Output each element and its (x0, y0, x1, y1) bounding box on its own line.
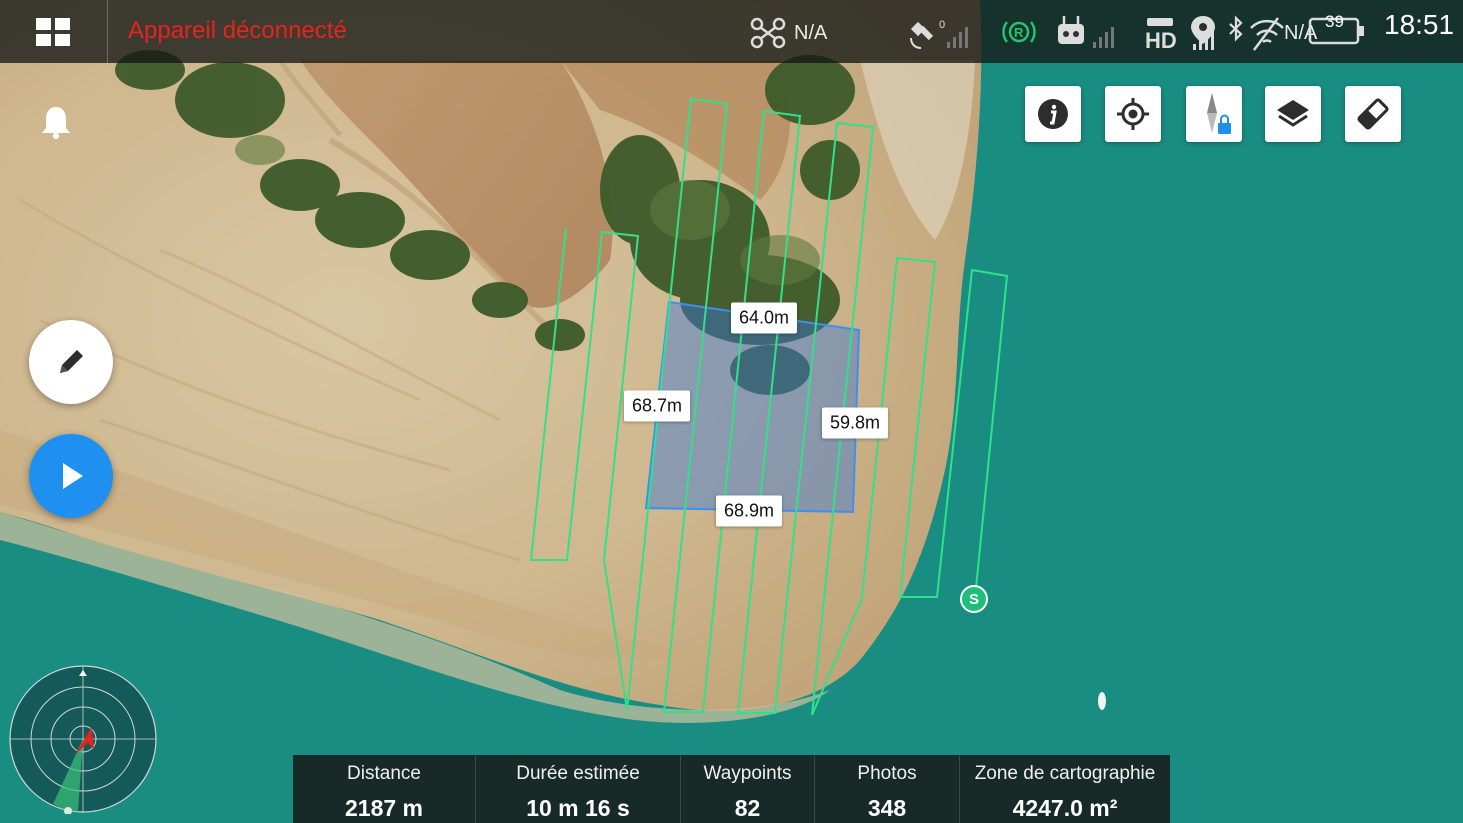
stat-value: 4247.0 m² (1012, 795, 1118, 821)
eraser-icon (1357, 98, 1389, 130)
stat-value: 10 m 16 s (526, 795, 630, 821)
radar-compass (9, 665, 157, 814)
svg-text:HD: HD (1145, 28, 1177, 53)
apps-grid-icon[interactable] (36, 18, 70, 46)
wifi-off-icon (1250, 17, 1284, 51)
remote-controller-icon (1058, 16, 1114, 48)
stat-value: 348 (867, 795, 907, 821)
connection-status: Appareil déconnecté (128, 17, 347, 44)
stat-duration: Durée estimée 10 m 16 s (476, 755, 681, 823)
status-bar: Appareil déconnecté N/A 0 R HD N/A 39 18… (0, 0, 1463, 63)
edit-button[interactable] (29, 320, 113, 404)
stat-photos: Photos 348 (815, 755, 960, 823)
battery-level: 39 (1325, 12, 1344, 31)
stat-value: 2187 m (344, 795, 423, 821)
pencil-icon (60, 350, 83, 373)
drone-icon (750, 17, 786, 49)
map-layers-button[interactable] (1265, 86, 1321, 142)
play-button[interactable] (29, 434, 113, 518)
compass-lock-button[interactable] (1186, 86, 1242, 142)
drone-value: N/A (794, 22, 828, 44)
stat-label: Waypoints (703, 763, 792, 784)
bluetooth-icon (1229, 15, 1243, 42)
hd-video-icon: HD (1145, 16, 1215, 53)
divider (107, 0, 108, 63)
stat-label: Distance (347, 763, 421, 784)
compass-lock-icon (1207, 93, 1231, 134)
rc-signal-icon: R (1002, 21, 1036, 43)
start-point-marker[interactable]: S (960, 585, 988, 613)
svg-text:0: 0 (939, 19, 945, 31)
locate-button[interactable] (1105, 86, 1161, 142)
satellite-map[interactable] (0, 0, 1463, 823)
stat-waypoints: Waypoints 82 (681, 755, 815, 823)
satellite-icon: 0 (910, 19, 968, 49)
measurement-right: 59.8m (821, 407, 889, 439)
stat-label: Photos (857, 763, 917, 784)
bell-icon[interactable] (40, 104, 72, 140)
stat-distance: Distance 2187 m (293, 755, 476, 823)
mission-stats-bar: Distance 2187 m Durée estimée 10 m 16 s … (293, 755, 1170, 823)
svg-text:R: R (1014, 25, 1024, 40)
stat-mapping-area: Zone de cartographie 4247.0 m² (960, 755, 1170, 823)
play-icon (63, 463, 83, 489)
clock: 18:51 (1384, 9, 1455, 40)
info-button[interactable] (1025, 86, 1081, 142)
eraser-button[interactable] (1345, 86, 1401, 142)
locate-icon (1117, 98, 1149, 130)
layers-icon (1277, 100, 1309, 127)
measurement-left: 68.7m (623, 390, 691, 422)
stat-label: Zone de cartographie (974, 763, 1156, 784)
measurement-bottom: 68.9m (715, 495, 783, 527)
stat-value: 82 (734, 795, 761, 821)
stat-label: Durée estimée (516, 763, 640, 784)
measurement-top: 64.0m (730, 302, 798, 334)
info-icon (1038, 99, 1068, 129)
